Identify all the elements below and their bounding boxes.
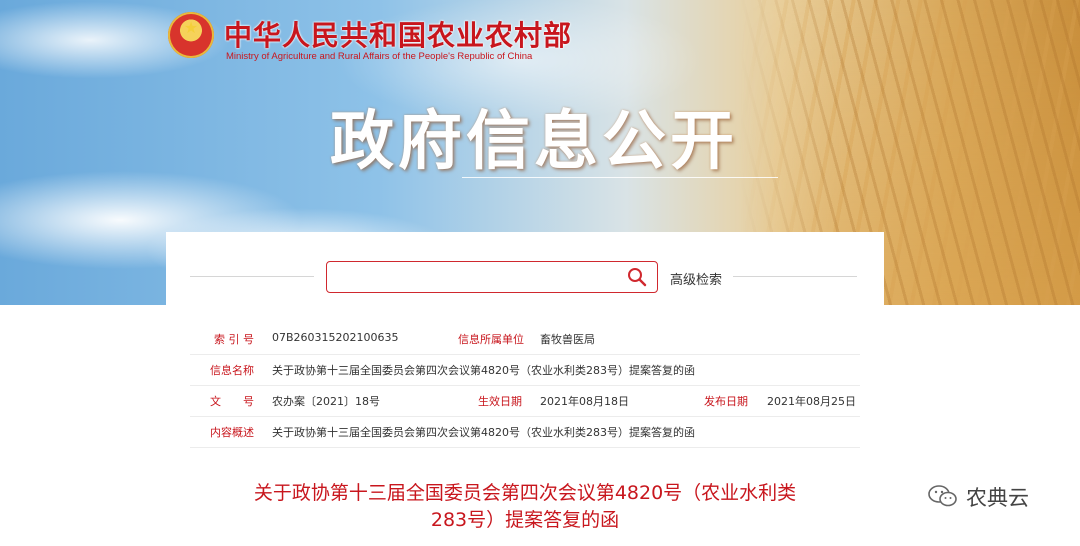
ministry-name-en: Ministry of Agriculture and Rural Affair… (226, 51, 533, 62)
title-underline-divider (462, 177, 778, 178)
info-table: 索 引 号 07B260315202100635 信息所属单位 畜牧兽医局 信息… (190, 318, 860, 448)
search-divider-right (733, 276, 857, 277)
doc-number-label: 文 号 (210, 395, 254, 408)
article-title-line2: 283号）提案答复的函 (430, 509, 620, 531)
publish-date-value: 2021年08月25日 (767, 395, 856, 408)
name-value: 关于政协第十三届全国委员会第四次会议第4820号（农业水利类283号）提案答复的… (272, 364, 695, 377)
national-emblem-icon (168, 12, 214, 58)
info-row-name: 信息名称 关于政协第十三届全国委员会第四次会议第4820号（农业水利类283号）… (190, 354, 860, 386)
index-value: 07B260315202100635 (272, 331, 399, 344)
advanced-search-link[interactable]: 高级检索 (670, 269, 722, 288)
index-label: 索 引 号 (214, 333, 254, 346)
portal-title: 政府信息公开 (330, 105, 738, 179)
info-row-summary: 内容概述 关于政协第十三届全国委员会第四次会议第4820号（农业水利类283号）… (190, 416, 860, 448)
doc-number-value: 农办案〔2021〕18号 (272, 395, 380, 408)
summary-value: 关于政协第十三届全国委员会第四次会议第4820号（农业水利类283号）提案答复的… (272, 426, 695, 439)
name-label: 信息名称 (210, 364, 254, 377)
article-title-line1: 关于政协第十三届全国委员会第四次会议第4820号（农业水利类 (253, 482, 797, 504)
article-panel: 关于政协第十三届全国委员会第四次会议第4820号（农业水利类 283号）提案答复… (190, 466, 860, 546)
search-input[interactable] (335, 266, 609, 290)
org-value: 畜牧兽医局 (540, 333, 595, 346)
ministry-name-cn[interactable]: 中华人民共和国农业农村部 (224, 14, 572, 54)
search-divider-left (190, 276, 314, 277)
effective-date-value: 2021年08月18日 (540, 395, 629, 408)
summary-label: 内容概述 (210, 426, 254, 439)
search-box[interactable] (326, 261, 658, 293)
publish-date-label: 发布日期 (704, 395, 748, 408)
wechat-logo-icon (928, 485, 957, 507)
org-label: 信息所属单位 (458, 333, 524, 346)
article-title: 关于政协第十三届全国委员会第四次会议第4820号（农业水利类 283号）提案答复… (210, 480, 840, 534)
search-panel: 高级检索 (166, 232, 884, 308)
watermark-text: 农典云 (966, 486, 1029, 510)
effective-date-label: 生效日期 (478, 395, 522, 408)
info-row-doc: 文 号 农办案〔2021〕18号 生效日期 2021年08月18日 发布日期 2… (190, 385, 860, 417)
search-icon[interactable] (627, 267, 647, 287)
info-row-index: 索 引 号 07B260315202100635 信息所属单位 畜牧兽医局 (190, 323, 860, 355)
